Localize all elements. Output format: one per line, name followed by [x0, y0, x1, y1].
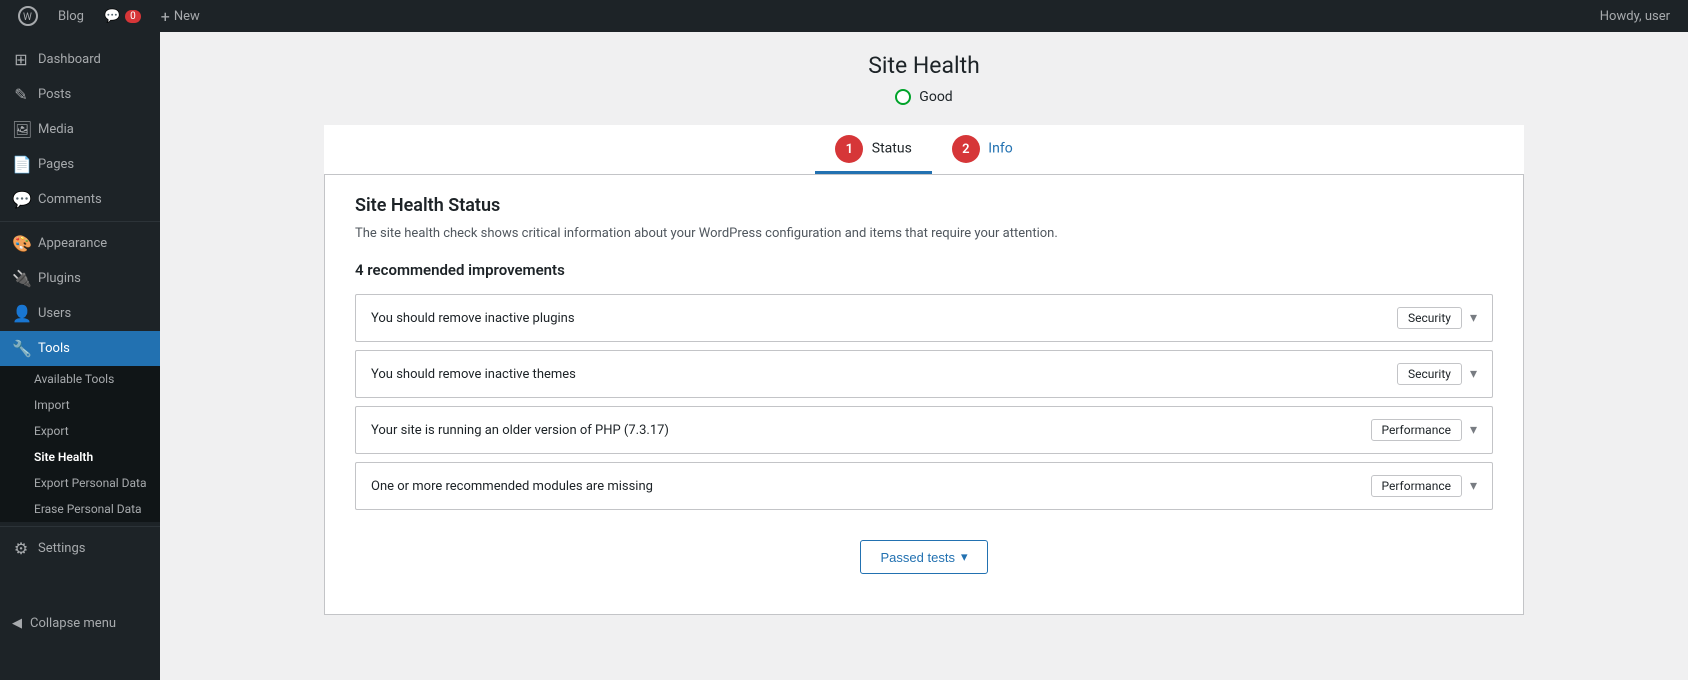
admin-sidebar: ⊞ Dashboard ✎ Posts 🖼 Media 📄 Pages 💬 Co… — [0, 32, 160, 680]
sidebar-plugins-label: Plugins — [38, 271, 81, 286]
issue-inactive-plugins-badge: Security — [1397, 307, 1462, 329]
collapse-icon: ◀ — [12, 616, 22, 631]
submenu-erase-personal-data[interactable]: Erase Personal Data — [0, 496, 160, 522]
passed-tests-chevron-icon: ▾ — [961, 549, 968, 565]
sidebar-item-pages[interactable]: 📄 Pages — [0, 147, 160, 182]
admin-bar: W Blog 💬 0 + New Howdy, user — [0, 0, 1688, 32]
passed-tests-section: Passed tests ▾ — [355, 540, 1493, 594]
tab-bar: 1 Status 2 Info — [324, 125, 1524, 175]
issue-inactive-plugins-title: You should remove inactive plugins — [371, 311, 1397, 326]
sidebar-item-dashboard[interactable]: ⊞ Dashboard — [0, 42, 160, 77]
sidebar-users-label: Users — [38, 306, 71, 321]
svg-text:W: W — [23, 12, 32, 23]
sidebar-item-tools[interactable]: 🔧 Tools — [0, 331, 160, 366]
appearance-icon: 🎨 — [12, 234, 30, 253]
comment-count: 0 — [125, 10, 141, 23]
sidebar-item-plugins[interactable]: 🔌 Plugins — [0, 261, 160, 296]
info-tab-label: Info — [988, 141, 1012, 157]
users-icon: 👤 — [12, 304, 30, 323]
sidebar-posts-label: Posts — [38, 87, 71, 102]
chevron-down-icon-2: ▾ — [1470, 366, 1477, 382]
comments-icon: 💬 — [104, 9, 120, 24]
site-health-content: Site Health Status The site health check… — [324, 175, 1524, 615]
issue-php-version-badge: Performance — [1371, 419, 1462, 441]
health-circle-icon — [895, 89, 911, 105]
howdy-text: Howdy, user — [1600, 9, 1680, 24]
issue-inactive-themes-header[interactable]: You should remove inactive themes Securi… — [356, 351, 1492, 397]
sidebar-pages-label: Pages — [38, 157, 74, 172]
issue-inactive-plugins: You should remove inactive plugins Secur… — [355, 294, 1493, 342]
submenu-import[interactable]: Import — [0, 392, 160, 418]
sidebar-item-settings[interactable]: ⚙ Settings — [0, 531, 160, 566]
sidebar-dashboard-label: Dashboard — [38, 52, 101, 67]
improvements-title: 4 recommended improvements — [355, 261, 1493, 279]
plus-icon: + — [161, 7, 170, 26]
sidebar-item-comments[interactable]: 💬 Comments — [0, 182, 160, 217]
page-title: Site Health — [324, 52, 1524, 79]
health-status-label: Good — [919, 89, 952, 105]
section-title: Site Health Status — [355, 195, 1493, 216]
comments-nav-icon: 💬 — [12, 190, 30, 209]
issue-inactive-themes-title: You should remove inactive themes — [371, 367, 1397, 382]
issue-inactive-themes: You should remove inactive themes Securi… — [355, 350, 1493, 398]
issue-missing-modules-badge: Performance — [1371, 475, 1462, 497]
sidebar-item-appearance[interactable]: 🎨 Appearance — [0, 226, 160, 261]
blog-button[interactable]: Blog — [48, 0, 94, 32]
posts-icon: ✎ — [12, 85, 30, 104]
collapse-menu-button[interactable]: ◀ Collapse menu — [0, 606, 160, 641]
issue-inactive-themes-badge: Security — [1397, 363, 1462, 385]
chevron-down-icon-3: ▾ — [1470, 422, 1477, 438]
tab-status[interactable]: 1 Status — [815, 125, 932, 174]
new-content-button[interactable]: + New — [151, 0, 210, 32]
blog-label: Blog — [58, 9, 84, 24]
sidebar-media-label: Media — [38, 122, 74, 137]
info-tab-number: 2 — [952, 135, 980, 163]
submenu-site-health[interactable]: Site Health — [0, 444, 160, 470]
sidebar-settings-label: Settings — [38, 541, 85, 556]
collapse-label: Collapse menu — [30, 616, 116, 631]
settings-icon: ⚙ — [12, 539, 30, 558]
issue-php-version-title: Your site is running an older version of… — [371, 423, 1371, 438]
submenu-available-tools[interactable]: Available Tools — [0, 366, 160, 392]
submenu-export[interactable]: Export — [0, 418, 160, 444]
media-icon: 🖼 — [12, 120, 30, 139]
status-tab-number: 1 — [835, 135, 863, 163]
sidebar-comments-label: Comments — [38, 192, 102, 207]
issue-php-version: Your site is running an older version of… — [355, 406, 1493, 454]
issue-inactive-plugins-header[interactable]: You should remove inactive plugins Secur… — [356, 295, 1492, 341]
issue-missing-modules: One or more recommended modules are miss… — [355, 462, 1493, 510]
sidebar-item-media[interactable]: 🖼 Media — [0, 112, 160, 147]
sidebar-appearance-label: Appearance — [38, 236, 107, 251]
tools-submenu: Available Tools Import Export Site Healt… — [0, 366, 160, 522]
comments-button[interactable]: 💬 0 — [94, 0, 151, 32]
pages-icon: 📄 — [12, 155, 30, 174]
submenu-export-personal-data[interactable]: Export Personal Data — [0, 470, 160, 496]
passed-tests-label: Passed tests — [881, 550, 955, 565]
main-content: Site Health Good 1 Status 2 Info Site He… — [160, 32, 1688, 680]
chevron-down-icon-4: ▾ — [1470, 478, 1477, 494]
passed-tests-button[interactable]: Passed tests ▾ — [860, 540, 989, 574]
chevron-down-icon: ▾ — [1470, 310, 1477, 326]
sidebar-item-users[interactable]: 👤 Users — [0, 296, 160, 331]
sidebar-tools-label: Tools — [38, 341, 70, 356]
wp-logo-button[interactable]: W — [8, 0, 48, 32]
sidebar-item-posts[interactable]: ✎ Posts — [0, 77, 160, 112]
new-label: New — [174, 9, 200, 24]
issue-missing-modules-title: One or more recommended modules are miss… — [371, 479, 1371, 494]
status-tab-label: Status — [872, 141, 912, 157]
tools-icon: 🔧 — [12, 339, 30, 358]
issue-missing-modules-header[interactable]: One or more recommended modules are miss… — [356, 463, 1492, 509]
section-description: The site health check shows critical inf… — [355, 226, 1493, 241]
health-status-indicator: Good — [324, 89, 1524, 105]
tab-info[interactable]: 2 Info — [932, 125, 1033, 174]
issue-php-version-header[interactable]: Your site is running an older version of… — [356, 407, 1492, 453]
plugins-icon: 🔌 — [12, 269, 30, 288]
dashboard-icon: ⊞ — [12, 50, 30, 69]
